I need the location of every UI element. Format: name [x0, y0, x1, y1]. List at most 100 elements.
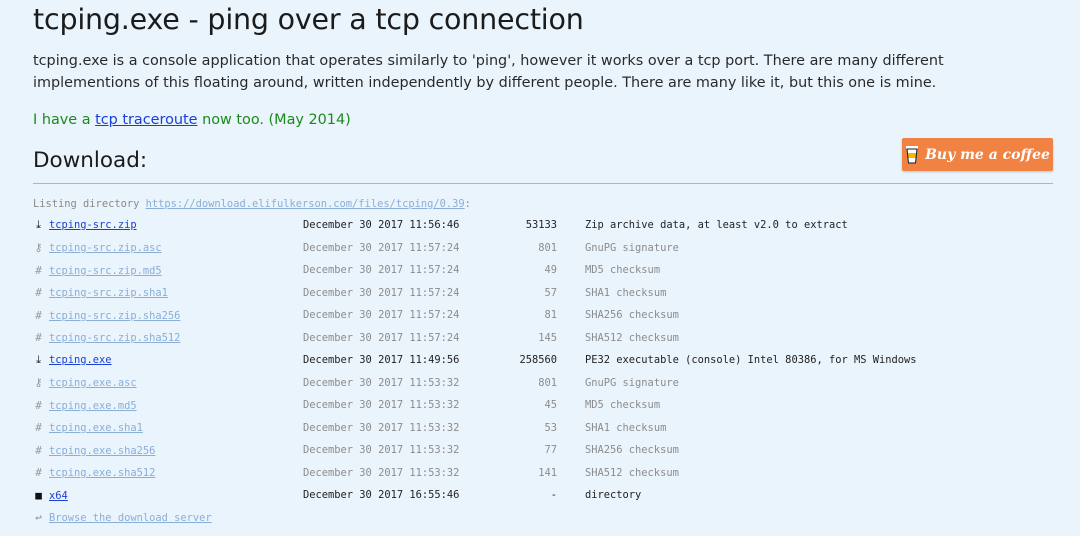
file-name-cell: # tcping-src.zip.md5 — [33, 259, 303, 282]
file-link[interactable]: tcping-src.zip — [49, 219, 137, 231]
tcp-traceroute-link[interactable]: tcp traceroute — [95, 112, 197, 128]
file-link[interactable]: tcping-src.zip.asc — [49, 242, 162, 254]
hash-icon: # — [35, 421, 42, 435]
file-size: - — [550, 489, 557, 502]
file-name-cell: ■ x64 — [33, 484, 303, 507]
file-date: December 30 2017 11:57:24 — [303, 331, 460, 344]
return-arrow-icon: ↩ — [35, 510, 42, 524]
file-description: PE32 executable (console) Intel 80386, f… — [585, 354, 917, 367]
key-icon: ⚷ — [34, 241, 43, 255]
file-date: December 30 2017 11:56:46 — [303, 219, 460, 232]
file-row: ■ x64 December 30 2017 16:55:46 - directory — [33, 484, 917, 507]
file-description: directory — [585, 489, 642, 502]
file-link[interactable]: tcping-src.zip.sha1 — [49, 287, 168, 299]
download-icon: ⤓ — [36, 218, 41, 232]
file-row: # tcping-src.zip.md5 December 30 2017 11:5… — [33, 259, 917, 282]
listing-suffix: : — [464, 198, 471, 210]
page-content: tcping.exe - ping over a tcp connection … — [0, 0, 1080, 528]
file-name-cell: # tcping.exe.sha256 — [33, 439, 303, 462]
file-description: SHA1 checksum — [585, 421, 667, 434]
file-row: # tcping.exe.sha1 December 30 2017 11:53:3… — [33, 417, 917, 440]
file-size: 145 — [538, 331, 557, 344]
file-name-cell: ⤓ tcping.exe — [33, 349, 303, 372]
hash-icon: # — [35, 466, 42, 480]
file-link[interactable]: tcping.exe.asc — [49, 377, 137, 389]
folder-icon: ■ — [35, 488, 42, 502]
file-row: # tcping-src.zip.sha256 December 30 2017 1… — [33, 304, 917, 327]
file-date: December 30 2017 11:49:56 — [303, 354, 460, 367]
download-icon: ⤓ — [36, 353, 41, 367]
file-name-cell: ⚷ tcping-src.zip.asc — [33, 237, 303, 260]
file-description: SHA512 checksum — [585, 466, 679, 479]
file-row: # tcping-src.zip.sha1 December 30 2017 11:… — [33, 282, 917, 305]
file-name-cell: # tcping-src.zip.sha256 — [33, 304, 303, 327]
file-size: 258560 — [519, 354, 557, 367]
file-date: December 30 2017 11:57:24 — [303, 286, 460, 299]
file-date: December 30 2017 11:53:32 — [303, 399, 460, 412]
file-size: 57 — [544, 286, 557, 299]
browse-download-server-link[interactable]: Browse the download server — [49, 512, 212, 524]
buy-me-a-coffee-button[interactable]: Buy me a coffee — [902, 138, 1053, 171]
file-name-cell: # tcping.exe.sha512 — [33, 462, 303, 485]
news-suffix: now too. (May 2014) — [197, 112, 351, 128]
download-header: Download: Buy me a coffee — [33, 138, 1053, 184]
file-size: 49 — [544, 264, 557, 277]
file-description: MD5 checksum — [585, 264, 661, 277]
file-description: MD5 checksum — [585, 399, 661, 412]
file-description: SHA512 checksum — [585, 331, 679, 344]
file-name-cell: # tcping.exe.md5 — [33, 394, 303, 417]
hash-icon: # — [35, 286, 42, 300]
file-row: ⤓ tcping-src.zip December 30 2017 11:56:46… — [33, 214, 917, 237]
hash-icon: # — [35, 398, 42, 412]
directory-url-link[interactable]: https://download.elifulkerson.com/files/… — [146, 198, 465, 210]
file-name-cell: # tcping-src.zip.sha512 — [33, 327, 303, 350]
page-title: tcping.exe - ping over a tcp connection — [33, 3, 584, 36]
file-row: ⚷ tcping-src.zip.asc December 30 2017 11:5… — [33, 237, 917, 260]
hash-icon: # — [35, 263, 42, 277]
file-row: # tcping.exe.md5 December 30 2017 11:53:32… — [33, 394, 917, 417]
directory-listing-line: Listing directory https://download.elifu… — [33, 196, 1053, 213]
news-prefix: I have a — [33, 112, 96, 128]
hash-icon: # — [35, 331, 42, 345]
file-date: December 30 2017 11:53:32 — [303, 466, 460, 479]
file-row: # tcping-src.zip.sha512 December 30 2017 1… — [33, 327, 917, 350]
coffee-button-label: Buy me a coffee — [925, 146, 1050, 163]
file-size: 77 — [544, 444, 557, 457]
file-description: Zip archive data, at least v2.0 to extra… — [585, 219, 848, 232]
file-size: 53133 — [525, 219, 557, 232]
news-line: I have a tcp traceroute now too. (May 20… — [33, 109, 1053, 131]
file-link[interactable]: tcping.exe.md5 — [49, 400, 137, 412]
file-description: GnuPG signature — [585, 241, 679, 254]
file-date: December 30 2017 11:53:32 — [303, 444, 460, 457]
file-size: 801 — [538, 241, 557, 254]
file-row: # tcping.exe.sha512 December 30 2017 11:53… — [33, 462, 917, 485]
file-link[interactable]: tcping.exe — [49, 354, 112, 366]
file-link[interactable]: tcping-src.zip.sha512 — [49, 332, 180, 344]
file-row: # tcping.exe.sha256 December 30 2017 11:53… — [33, 439, 917, 462]
file-size: 801 — [538, 376, 557, 389]
file-date: December 30 2017 11:53:32 — [303, 421, 460, 434]
hash-icon: # — [35, 308, 42, 322]
listing-prefix: Listing directory — [33, 198, 146, 210]
intro-paragraph: tcping.exe is a console application that… — [33, 53, 944, 91]
file-date: December 30 2017 11:57:24 — [303, 241, 460, 254]
file-name-cell: # tcping.exe.sha1 — [33, 417, 303, 440]
file-size: 81 — [544, 309, 557, 322]
download-heading: Download: — [33, 148, 148, 173]
file-table-body: ⤓ tcping-src.zip December 30 2017 11:56:46… — [33, 214, 917, 507]
file-link[interactable]: tcping.exe.sha512 — [49, 467, 155, 479]
file-size: 45 — [544, 399, 557, 412]
file-link[interactable]: tcping-src.zip.md5 — [49, 265, 162, 277]
file-link[interactable]: tcping.exe.sha1 — [49, 422, 143, 434]
file-date: December 30 2017 11:57:24 — [303, 264, 460, 277]
file-link[interactable]: tcping-src.zip.sha256 — [49, 310, 180, 322]
file-link[interactable]: tcping.exe.sha256 — [49, 445, 155, 457]
file-size: 53 — [544, 421, 557, 434]
file-link[interactable]: x64 — [49, 490, 68, 502]
file-row: ⚷ tcping.exe.asc December 30 2017 11:53:32… — [33, 372, 917, 395]
key-icon: ⚷ — [34, 376, 43, 390]
file-name-cell: ⚷ tcping.exe.asc — [33, 372, 303, 395]
file-table: ⤓ tcping-src.zip December 30 2017 11:56:46… — [33, 214, 917, 507]
browse-line: ↩ Browse the download server — [33, 508, 1053, 528]
hash-icon: # — [35, 443, 42, 457]
